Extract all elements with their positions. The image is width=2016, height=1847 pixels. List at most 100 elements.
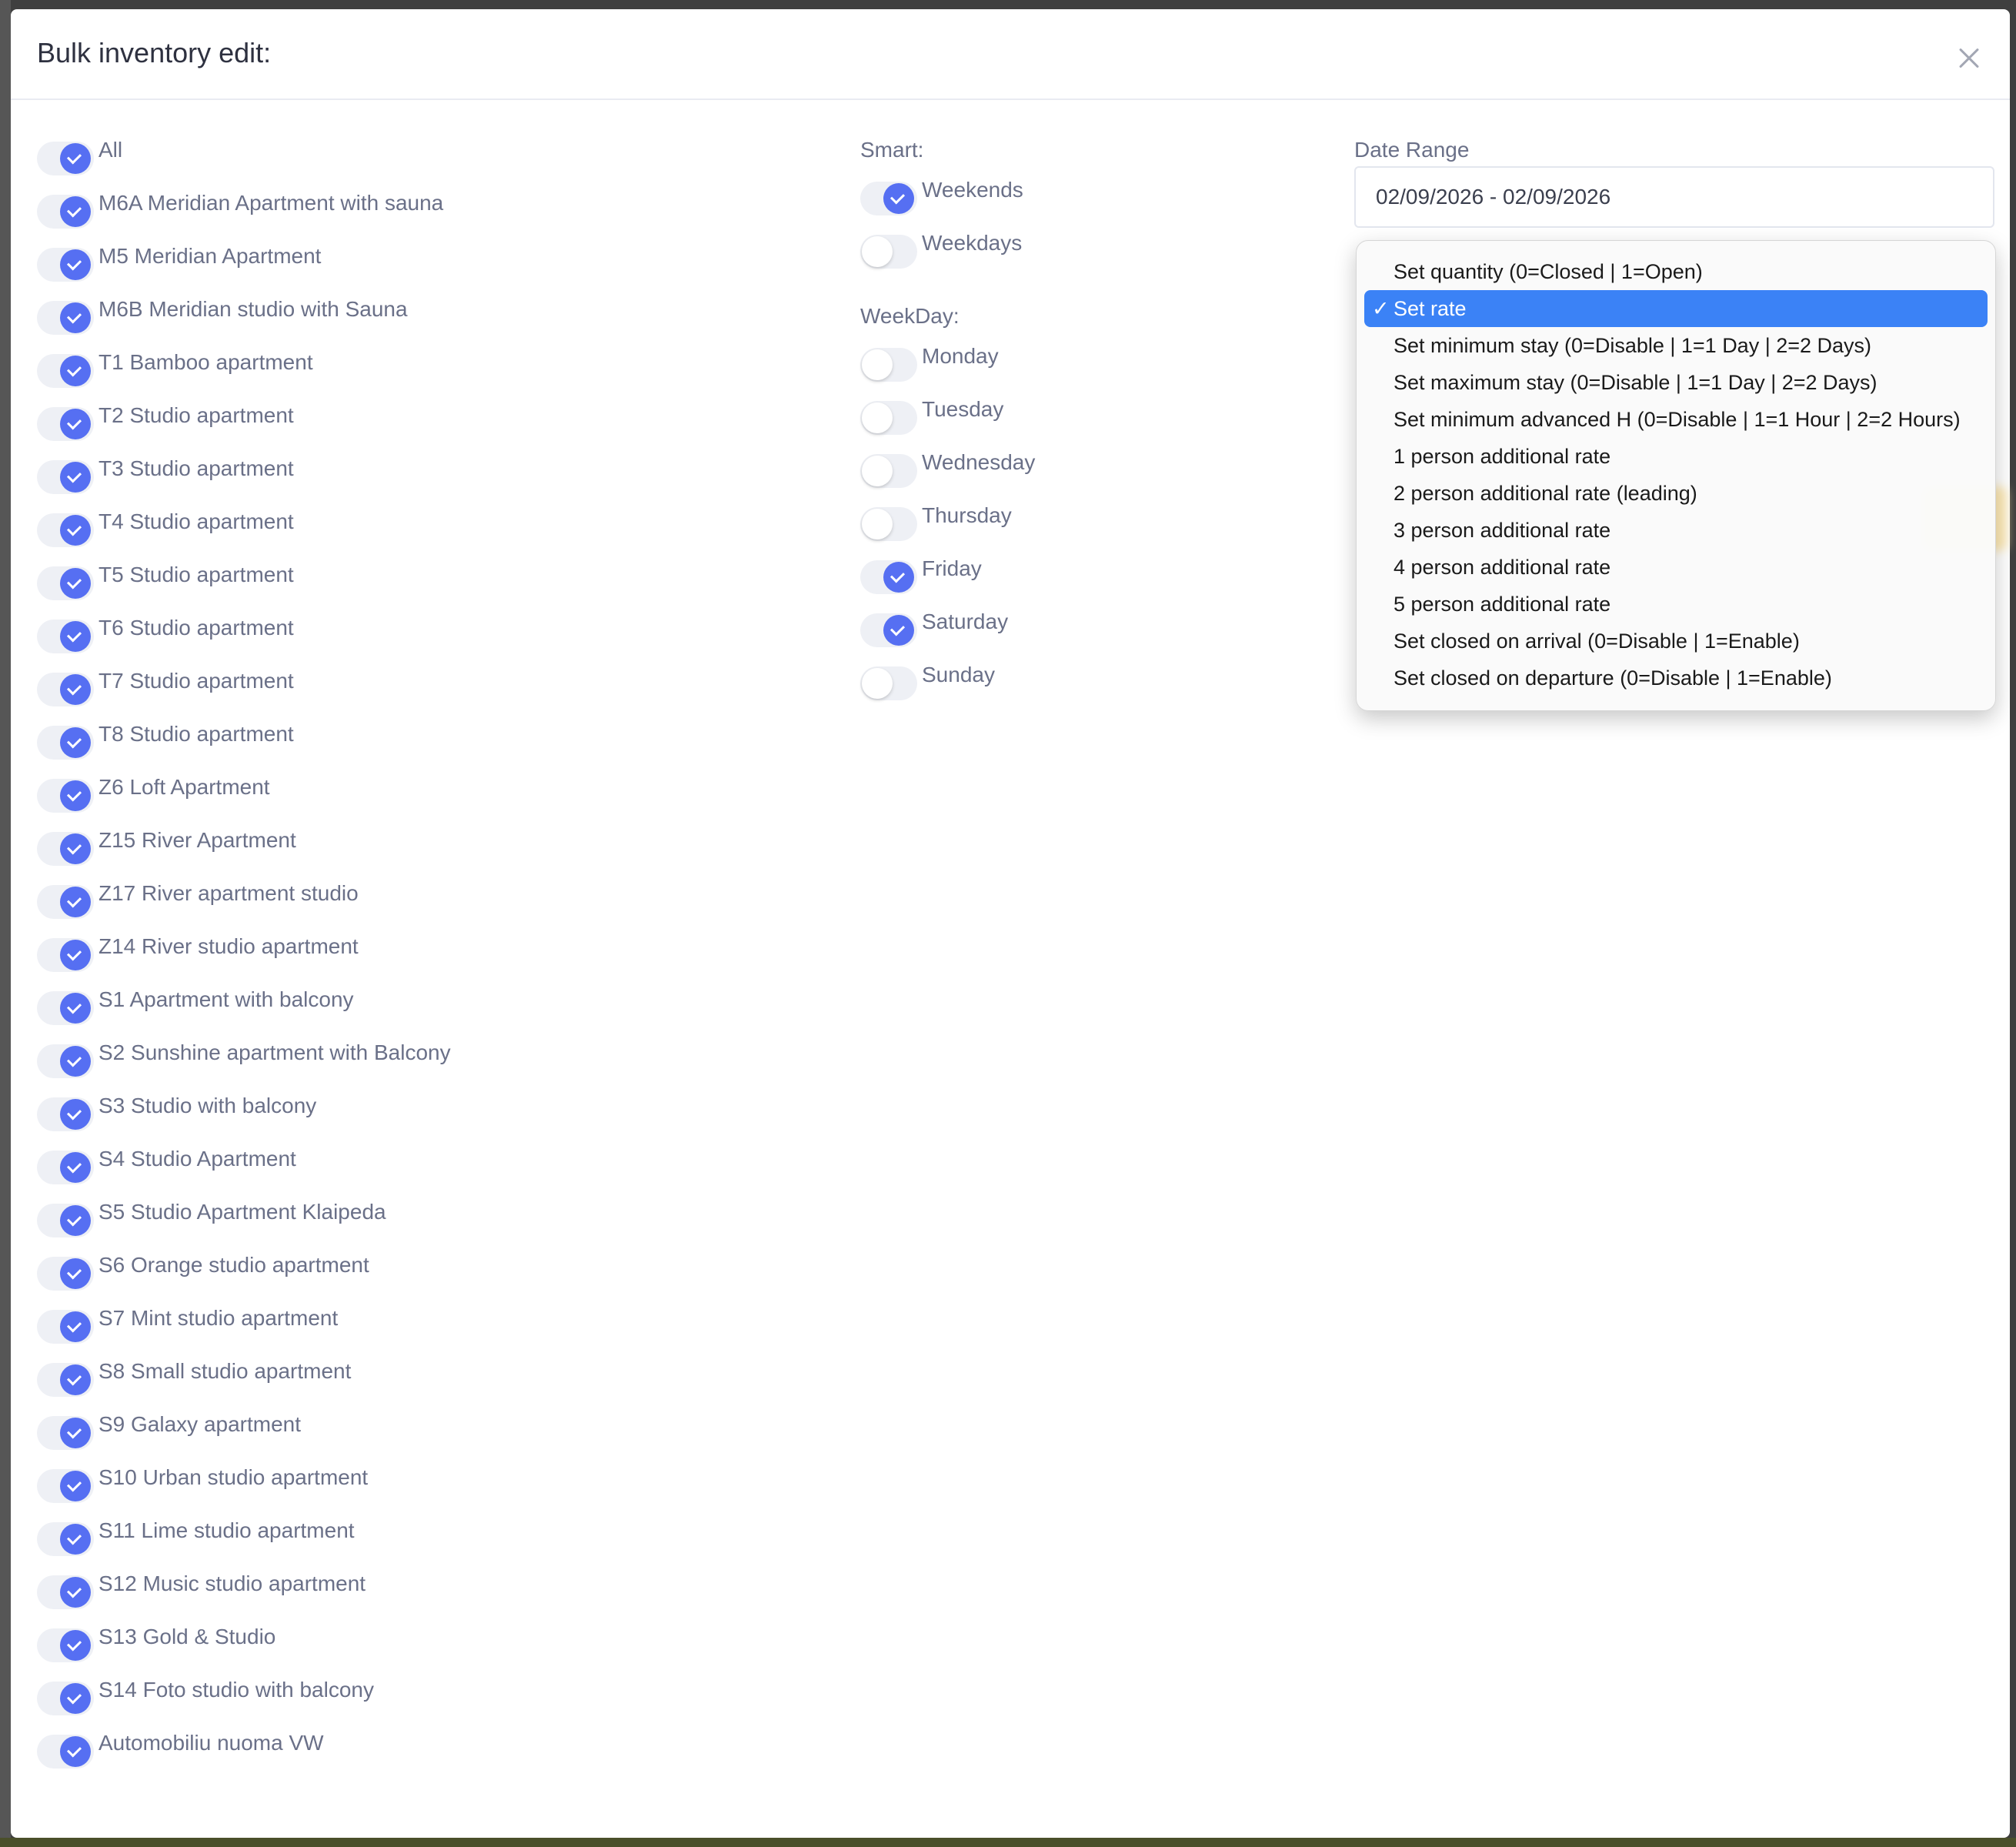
dropdown-option-4-person-additional-rate[interactable]: 4 person additional rate — [1364, 549, 1988, 586]
toggle-switch[interactable] — [37, 1575, 94, 1609]
toggle-switch[interactable] — [860, 182, 917, 215]
toggle-switch[interactable] — [37, 248, 94, 282]
dropdown-option-1-person-additional-rate[interactable]: 1 person additional rate — [1364, 438, 1988, 475]
toggle-switch[interactable] — [37, 832, 94, 866]
toggle-row-s5-studio-apartment-klaipeda[interactable]: S5 Studio Apartment Klaipeda — [37, 1199, 386, 1237]
toggle-switch[interactable] — [37, 407, 94, 441]
toggle-row-friday[interactable]: Friday — [860, 556, 982, 594]
toggle-switch[interactable] — [37, 1682, 94, 1715]
toggle-switch[interactable] — [37, 726, 94, 760]
toggle-switch[interactable] — [860, 235, 917, 269]
toggle-switch[interactable] — [37, 991, 94, 1025]
toggle-row-s4-studio-apartment[interactable]: S4 Studio Apartment — [37, 1146, 296, 1184]
toggle-row-s9-galaxy-apartment[interactable]: S9 Galaxy apartment — [37, 1411, 301, 1450]
action-dropdown-menu[interactable]: Set quantity (0=Closed | 1=Open) ✓ Set rat… — [1356, 240, 1996, 711]
toggle-switch[interactable] — [37, 1097, 94, 1131]
check-icon — [60, 887, 91, 917]
toggle-row-s13-gold-studio[interactable]: S13 Gold & Studio — [37, 1624, 275, 1662]
toggle-switch[interactable] — [37, 1310, 94, 1344]
toggle-switch[interactable] — [860, 666, 917, 700]
toggle-switch[interactable] — [37, 1416, 94, 1450]
toggle-row-t1-bamboo-apartment[interactable]: T1 Bamboo apartment — [37, 349, 313, 388]
toggle-switch[interactable] — [37, 354, 94, 388]
toggle-switch[interactable] — [860, 348, 917, 382]
toggle-row-t3-studio-apartment[interactable]: T3 Studio apartment — [37, 456, 294, 494]
toggle-switch[interactable] — [37, 885, 94, 919]
toggle-switch[interactable] — [860, 401, 917, 435]
toggle-row-t5-studio-apartment[interactable]: T5 Studio apartment — [37, 562, 294, 600]
toggle-switch[interactable] — [37, 1628, 94, 1662]
toggle-row-s2-sunshine-apartment-with-balcony[interactable]: S2 Sunshine apartment with Balcony — [37, 1040, 451, 1078]
toggle-row-s3-studio-with-balcony[interactable]: S3 Studio with balcony — [37, 1093, 316, 1131]
toggle-row-m6b-meridian-studio-with-sauna[interactable]: M6B Meridian studio with Sauna — [37, 296, 408, 335]
toggle-row-z17-river-apartment-studio[interactable]: Z17 River apartment studio — [37, 880, 359, 919]
toggle-row-automobiliu-nuoma-vw[interactable]: Automobiliu nuoma VW — [37, 1730, 324, 1769]
dropdown-option-3-person-additional-rate[interactable]: 3 person additional rate — [1364, 512, 1988, 549]
toggle-row-t4-studio-apartment[interactable]: T4 Studio apartment — [37, 509, 294, 547]
toggle-row-m5-meridian-apartment[interactable]: M5 Meridian Apartment — [37, 243, 321, 282]
toggle-row-t7-studio-apartment[interactable]: T7 Studio apartment — [37, 668, 294, 706]
toggle-row-s6-orange-studio-apartment[interactable]: S6 Orange studio apartment — [37, 1252, 369, 1291]
toggle-switch[interactable] — [37, 513, 94, 547]
toggle-switch[interactable] — [37, 195, 94, 229]
dropdown-option-2-person-additional-rate-leading[interactable]: 2 person additional rate (leading) — [1364, 475, 1988, 512]
toggle-switch[interactable] — [37, 142, 94, 175]
toggle-row-saturday[interactable]: Saturday — [860, 609, 1008, 647]
toggle-row-z14-river-studio-apartment[interactable]: Z14 River studio apartment — [37, 934, 359, 972]
dropdown-option-set-closed-on-departure-0-disable-1-enable[interactable]: Set closed on departure (0=Disable | 1=E… — [1364, 660, 1988, 696]
toggle-row-monday[interactable]: Monday — [860, 343, 999, 382]
check-icon — [60, 1205, 91, 1236]
toggle-switch[interactable] — [860, 560, 917, 594]
toggle-row-all[interactable]: All — [37, 137, 122, 175]
toggle-row-wednesday[interactable]: Wednesday — [860, 449, 1035, 488]
toggle-switch[interactable] — [860, 454, 917, 488]
toggle-row-z15-river-apartment[interactable]: Z15 River Apartment — [37, 827, 296, 866]
toggle-row-t6-studio-apartment[interactable]: T6 Studio apartment — [37, 615, 294, 653]
dropdown-option-5-person-additional-rate[interactable]: 5 person additional rate — [1364, 586, 1988, 623]
toggle-switch[interactable] — [37, 1044, 94, 1078]
toggle-switch[interactable] — [37, 1204, 94, 1237]
toggle-switch[interactable] — [860, 613, 917, 647]
toggle-switch[interactable] — [37, 1363, 94, 1397]
dropdown-option-set-maximum-stay-0-disable-1-1-day-2-2-days[interactable]: Set maximum stay (0=Disable | 1=1 Day | … — [1364, 364, 1988, 401]
toggle-switch[interactable] — [37, 566, 94, 600]
toggle-switch[interactable] — [37, 779, 94, 813]
toggle-row-s8-small-studio-apartment[interactable]: S8 Small studio apartment — [37, 1358, 351, 1397]
check-icon — [60, 674, 91, 705]
toggle-row-weekends[interactable]: Weekends — [860, 177, 1023, 215]
dropdown-option-set-rate[interactable]: ✓ Set rate — [1364, 290, 1988, 327]
check-icon — [60, 143, 91, 174]
toggle-switch[interactable] — [860, 507, 917, 541]
toggle-row-s7-mint-studio-apartment[interactable]: S7 Mint studio apartment — [37, 1305, 338, 1344]
dropdown-option-set-minimum-stay-0-disable-1-1-day-2-2-days[interactable]: Set minimum stay (0=Disable | 1=1 Day | … — [1364, 327, 1988, 364]
toggle-row-weekdays[interactable]: Weekdays — [860, 230, 1022, 269]
toggle-switch[interactable] — [37, 938, 94, 972]
toggle-switch[interactable] — [37, 673, 94, 706]
toggle-switch[interactable] — [37, 1522, 94, 1556]
toggle-row-sunday[interactable]: Sunday — [860, 662, 995, 700]
toggle-row-tuesday[interactable]: Tuesday — [860, 396, 1003, 435]
toggle-switch[interactable] — [37, 1735, 94, 1769]
toggle-row-z6-loft-apartment[interactable]: Z6 Loft Apartment — [37, 774, 270, 813]
toggle-label: S5 Studio Apartment Klaipeda — [98, 1200, 386, 1224]
toggle-switch[interactable] — [37, 1469, 94, 1503]
toggle-row-m6a-meridian-apartment-with-sauna[interactable]: M6A Meridian Apartment with sauna — [37, 190, 443, 229]
toggle-row-s11-lime-studio-apartment[interactable]: S11 Lime studio apartment — [37, 1518, 355, 1556]
dropdown-option-set-quantity-0-closed-1-open[interactable]: Set quantity (0=Closed | 1=Open) — [1364, 253, 1988, 290]
toggle-switch[interactable] — [37, 301, 94, 335]
toggle-row-t8-studio-apartment[interactable]: T8 Studio apartment — [37, 721, 294, 760]
toggle-row-s10-urban-studio-apartment[interactable]: S10 Urban studio apartment — [37, 1465, 368, 1503]
toggle-switch[interactable] — [37, 460, 94, 494]
toggle-row-thursday[interactable]: Thursday — [860, 503, 1012, 541]
toggle-row-s14-foto-studio-with-balcony[interactable]: S14 Foto studio with balcony — [37, 1677, 374, 1715]
toggle-switch[interactable] — [37, 1257, 94, 1291]
dropdown-option-set-minimum-advanced-h-0-disable-1-1-hour-2-2-hours[interactable]: Set minimum advanced H (0=Disable | 1=1 … — [1364, 401, 1988, 438]
toggle-switch[interactable] — [37, 620, 94, 653]
toggle-row-t2-studio-apartment[interactable]: T2 Studio apartment — [37, 402, 294, 441]
toggle-row-s12-music-studio-apartment[interactable]: S12 Music studio apartment — [37, 1571, 365, 1609]
toggle-switch[interactable] — [37, 1151, 94, 1184]
toggle-row-s1-apartment-with-balcony[interactable]: S1 Apartment with balcony — [37, 987, 354, 1025]
date-range-input[interactable]: 02/09/2026 - 02/09/2026 — [1354, 166, 1994, 228]
close-icon[interactable] — [1950, 40, 1987, 77]
dropdown-option-set-closed-on-arrival-0-disable-1-enable[interactable]: Set closed on arrival (0=Disable | 1=Ena… — [1364, 623, 1988, 660]
